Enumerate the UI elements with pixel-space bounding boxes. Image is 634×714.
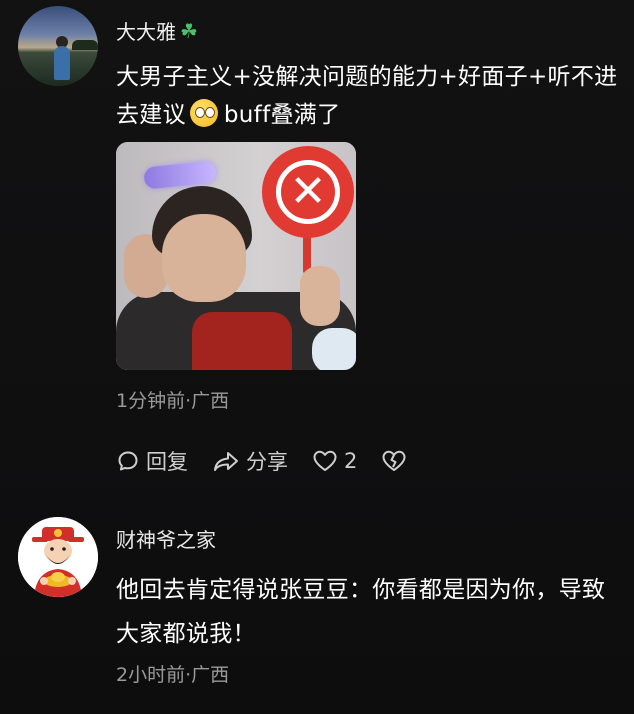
comment-image[interactable]: ✕ (116, 142, 356, 370)
comment-username[interactable]: 大大雅 ☘ (116, 16, 198, 45)
heart-icon (313, 450, 337, 471)
avatar-trees (72, 40, 98, 50)
like-count: 2 (344, 449, 358, 473)
x-mark-icon: ✕ (276, 160, 340, 224)
photo-pillow (312, 328, 356, 370)
comment-timestamp-location: 1分钟前·广西 (116, 390, 230, 412)
like-button[interactable]: 2 (312, 449, 357, 473)
photo-face (162, 214, 246, 302)
four-leaf-clover-icon: ☘ (180, 18, 198, 43)
share-button[interactable]: 分享 (212, 446, 288, 476)
reply-label[interactable]: 回复 (146, 446, 188, 476)
comment-actions: 回复 分享 2 (116, 446, 431, 476)
share-label[interactable]: 分享 (246, 446, 288, 476)
photo-red-shirt (192, 312, 292, 370)
avatar[interactable] (18, 517, 98, 597)
comment-text: 大男子主义+没解决问题的能力+好面子+听不进去建议 buff叠满了 (116, 58, 626, 134)
avatar[interactable] (18, 6, 98, 86)
comment-timestamp-location: 2小时前·广西 (116, 664, 230, 686)
comment-thread: 大大雅 ☘ 大男子主义+没解决问题的能力+好面子+听不进去建议 buff叠满了 ✕… (0, 0, 634, 714)
red-x-sign-icon: ✕ (262, 146, 354, 238)
comment-text-part-2: buff叠满了 (223, 102, 341, 128)
reply-bubble-icon (118, 451, 138, 471)
avatar-person-body (54, 46, 70, 80)
comment-username[interactable]: 财神爷之家 (116, 524, 216, 553)
reply-button[interactable]: 回复 (116, 446, 188, 476)
username-label[interactable]: 大大雅 (116, 16, 176, 45)
rolling-eyes-emoji-icon (189, 99, 218, 127)
share-arrow-icon (214, 452, 238, 471)
god-of-wealth-avatar-icon (18, 517, 98, 597)
photo-right-hand (300, 266, 340, 326)
dislike-button[interactable] (381, 449, 407, 473)
comment-text: 他回去肯定得说张豆豆：你看都是因为你，导致大家都说我！ (116, 577, 606, 647)
broken-heart-icon (382, 450, 406, 471)
